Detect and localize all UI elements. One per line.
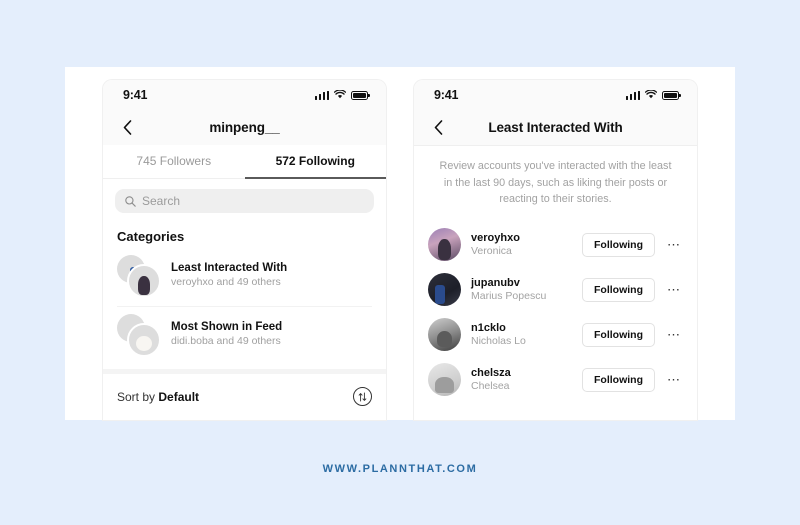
avatar-front [127,264,161,298]
category-row-most-shown[interactable]: Most Shown in Feed didi.boba and 49 othe… [103,307,386,361]
avatar [428,318,461,352]
screenshot-stage: 9:41 minpeng__ 745 Followers 572 Followi… [0,0,800,525]
status-icons [625,86,681,104]
list-item[interactable]: jupanubv Marius Popescu Following ⋯ [414,267,697,312]
user-texts: jupanubv Marius Popescu [471,277,572,302]
chevron-left-icon [123,120,131,135]
full-name: Marius Popescu [471,290,547,303]
list-item[interactable]: chelsza Chelsea Following ⋯ [414,357,697,402]
categories-heading: Categories [117,229,185,244]
category-subtitle: veroyhxo and 49 others [171,276,281,288]
username: jupanubv [471,277,520,290]
back-button[interactable] [430,120,446,136]
avatar [428,363,461,397]
category-texts: Least Interacted With veroyhxo and 49 ot… [171,262,287,288]
following-button[interactable]: Following [582,232,655,257]
category-name: Most Shown in Feed [171,321,283,333]
more-options-icon[interactable]: ⋯ [665,328,683,341]
user-texts: n1cklo Nicholas Lo [471,322,572,347]
status-bar: 9:41 [414,80,697,110]
page-title: Least Interacted With [488,120,623,135]
following-button[interactable]: Following [582,367,655,392]
stacked-avatars [117,255,161,298]
avatar [428,228,461,262]
full-name: Nicholas Lo [471,335,526,348]
sort-prefix: Sort by [117,389,159,404]
category-texts: Most Shown in Feed didi.boba and 49 othe… [171,321,282,347]
user-texts: veroyhxo Veronica [471,232,572,257]
search-field[interactable] [115,189,374,213]
battery-icon [351,90,370,100]
status-time: 9:41 [434,88,459,102]
avatar-front [127,323,161,357]
full-name: Veronica [471,245,512,258]
chevron-left-icon [434,120,442,135]
phone-screen-least-interacted: 9:41 Least Interacted With Review accoun… [414,80,697,420]
sort-value: Default [158,389,200,404]
description-text: Review accounts you've interacted with t… [439,160,672,206]
tab-following[interactable]: 572 Following [244,145,386,179]
category-subtitle: didi.boba and 49 others [171,335,281,347]
more-options-icon[interactable]: ⋯ [665,238,683,251]
search-icon [125,195,136,207]
wifi-icon [333,86,347,104]
list-item[interactable]: n1cklo Nicholas Lo Following ⋯ [414,312,697,357]
category-row-least-interacted[interactable]: Least Interacted With veroyhxo and 49 ot… [103,248,386,302]
phone-screen-following-list: 9:41 minpeng__ 745 Followers 572 Followi… [103,80,386,420]
back-button[interactable] [119,120,135,136]
more-options-icon[interactable]: ⋯ [665,373,683,386]
battery-icon [662,90,681,100]
sort-arrows-icon[interactable] [353,387,372,406]
mockup-card: 9:41 minpeng__ 745 Followers 572 Followi… [65,67,735,420]
status-time: 9:41 [123,88,148,102]
page-title: minpeng__ [209,120,280,135]
more-options-icon[interactable]: ⋯ [665,283,683,296]
category-name: Least Interacted With [171,262,288,274]
following-button[interactable]: Following [582,322,655,347]
user-texts: chelsza Chelsea [471,367,572,392]
nav-bar: minpeng__ [103,110,386,145]
signal-bars-icon [625,90,640,100]
status-icons [314,86,370,104]
wifi-icon [644,86,658,104]
avatar [428,273,461,307]
nav-bar: Least Interacted With [414,110,697,146]
sort-row[interactable]: Sort by Default [103,374,386,419]
following-button[interactable]: Following [582,277,655,302]
search-container [103,179,386,219]
full-name: Chelsea [471,380,510,393]
list-item[interactable]: veroyhxo Veronica Following ⋯ [414,222,697,267]
stacked-avatars [117,314,161,357]
username: veroyhxo [471,232,520,245]
username: chelsza [471,367,511,380]
followers-following-tabs: 745 Followers 572 Following [103,145,386,179]
tab-followers[interactable]: 745 Followers [103,145,245,179]
status-bar: 9:41 [103,80,386,110]
search-input[interactable] [142,194,364,208]
username: n1cklo [471,322,506,335]
sort-label: Sort by Default [117,390,199,404]
watermark: WWW.PLANNTHAT.COM [322,463,478,475]
signal-bars-icon [314,90,329,100]
